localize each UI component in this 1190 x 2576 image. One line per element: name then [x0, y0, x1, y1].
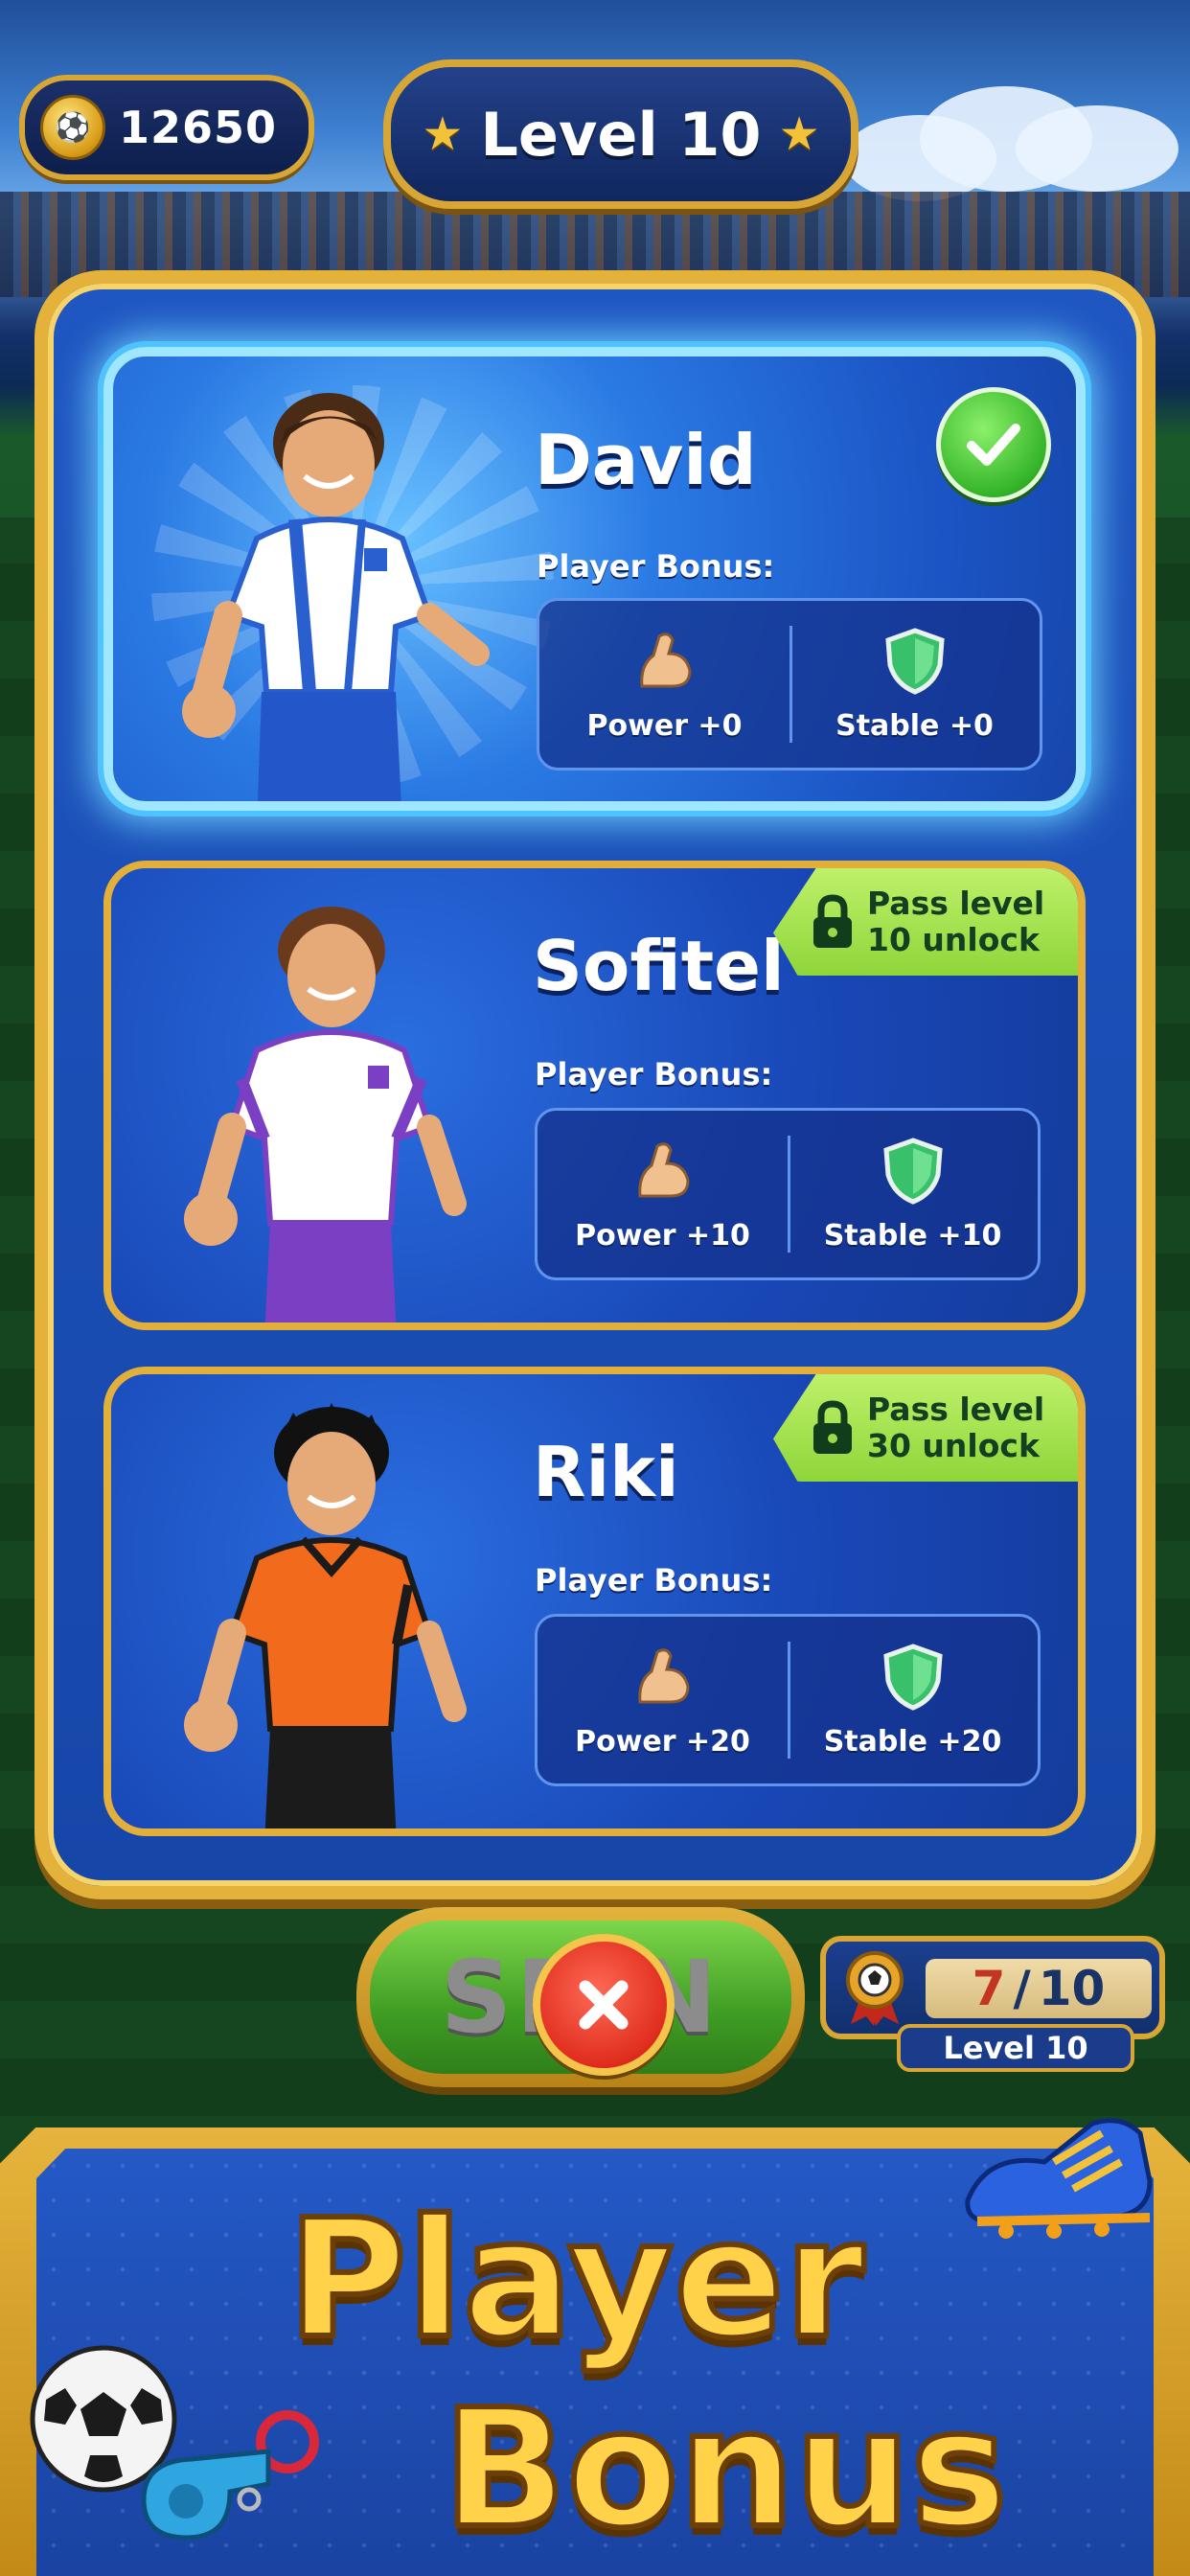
unlock-line-2: 10 unlock [867, 921, 1040, 958]
power-stat: Power +10 [538, 1111, 788, 1277]
unlock-line-2: 30 unlock [867, 1427, 1040, 1464]
coin-amount: 12650 [119, 102, 278, 153]
progress-separator: / [1013, 1961, 1031, 2016]
player-card-riki[interactable]: Riki Player Bonus: Power +20 Stable +20 … [103, 1367, 1086, 1836]
lock-icon [813, 894, 852, 948]
level-badge: ★ Level 10 ★ [383, 59, 858, 209]
progress-bar: 7 / 10 [926, 1959, 1152, 2018]
bonus-stats: Power +0 Stable +0 [537, 598, 1042, 770]
lock-icon [813, 1400, 852, 1454]
flexed-arm-icon [637, 1647, 690, 1703]
banner-title-line-2: Bonus [440, 2372, 1011, 2567]
player-avatar-riki [184, 1403, 467, 1828]
stable-value: Stable +0 [835, 708, 994, 743]
whistle-icon [141, 2410, 319, 2541]
power-stat: Power +20 [538, 1617, 788, 1783]
medal-icon [846, 1951, 904, 2026]
coin-counter[interactable]: ⚽ 12650 [19, 75, 314, 180]
shield-icon [884, 627, 945, 695]
player-bonus-label: Player Bonus: [537, 548, 775, 585]
star-icon: ★ [422, 107, 464, 161]
unlock-requirement-badge: Pass level 10 unlock [773, 868, 1078, 976]
power-value: Power +0 [586, 708, 743, 743]
shield-icon [882, 1137, 943, 1205]
selected-check-icon [936, 387, 1051, 502]
coin-icon: ⚽ [40, 95, 105, 160]
football-boot-icon [965, 2118, 1153, 2239]
player-name: Sofitel [533, 926, 785, 1006]
player-card-sofitel[interactable]: Sofitel Player Bonus: Power +10 Stable +… [103, 861, 1086, 1330]
shield-icon [882, 1643, 943, 1711]
player-name: Riki [533, 1432, 679, 1512]
flexed-arm-icon [637, 1141, 690, 1197]
banner-title-line-1: Player [285, 2182, 867, 2378]
power-stat: Power +0 [539, 601, 790, 768]
close-icon[interactable] [533, 1934, 675, 2076]
progress-current: 7 [972, 1961, 1006, 2016]
stable-value: Stable +10 [823, 1218, 1002, 1253]
player-avatar-sofitel [184, 907, 467, 1322]
player-name: David [535, 420, 757, 500]
progress-max: 10 [1038, 1961, 1106, 2016]
progress-level-label: Level 10 [897, 2024, 1134, 2072]
flexed-arm-icon [639, 632, 692, 687]
power-value: Power +20 [575, 1724, 750, 1759]
stable-value: Stable +20 [823, 1724, 1002, 1759]
unlock-requirement-badge: Pass level 30 unlock [773, 1374, 1078, 1482]
player-bonus-label: Player Bonus: [535, 1056, 773, 1092]
bonus-stats: Power +10 Stable +10 [535, 1108, 1041, 1280]
power-value: Power +10 [575, 1218, 750, 1253]
stable-stat: Stable +0 [790, 601, 1040, 768]
stable-stat: Stable +20 [788, 1617, 1038, 1783]
player-avatar-david [182, 393, 490, 801]
stable-stat: Stable +10 [788, 1111, 1038, 1277]
player-bonus-label: Player Bonus: [535, 1562, 773, 1598]
level-title: Level 10 [480, 99, 762, 170]
star-icon: ★ [778, 107, 820, 161]
unlock-line-1: Pass level [867, 885, 1045, 922]
player-card-david[interactable]: David Player Bonus: Power +0 Stable +0 [103, 347, 1086, 811]
bonus-stats: Power +20 Stable +20 [535, 1614, 1041, 1786]
unlock-line-1: Pass level [867, 1391, 1045, 1428]
